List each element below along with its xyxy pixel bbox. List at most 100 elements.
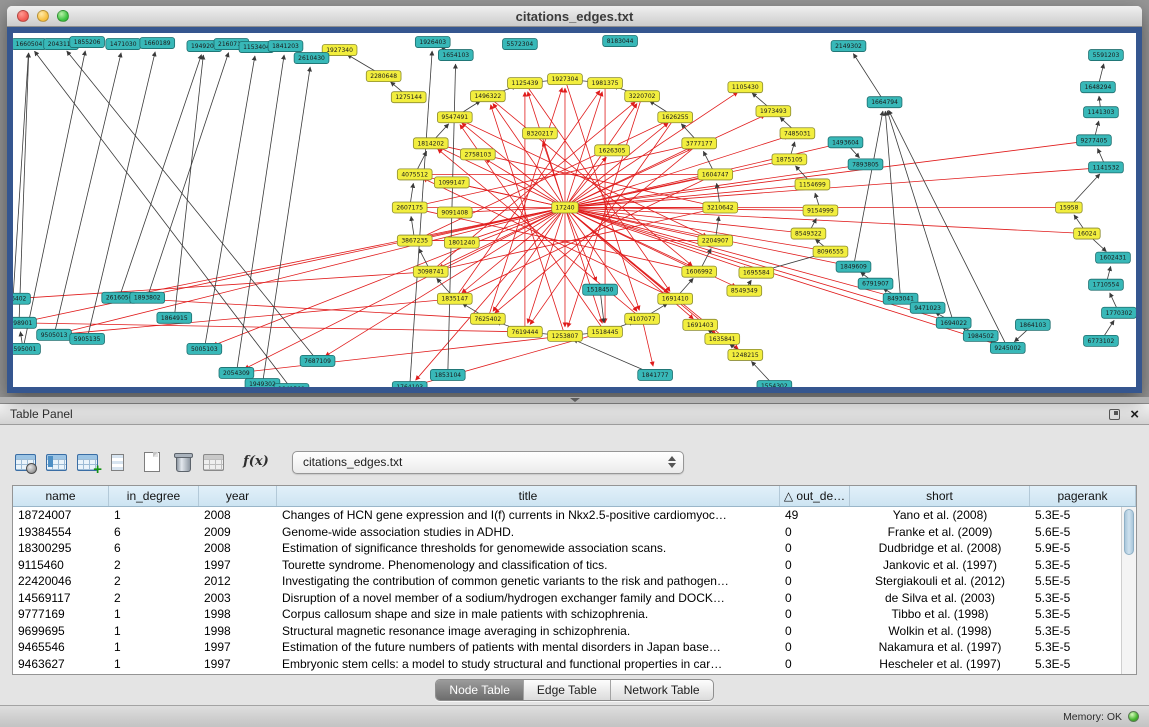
graph-node[interactable]: 9471023 [910,302,945,313]
column-header-pagerank[interactable]: pagerank [1030,486,1136,506]
graph-node[interactable]: 1855206 [70,37,105,48]
graph-node[interactable]: 4075512 [397,169,432,180]
column-header-title[interactable]: title [277,486,780,506]
graph-node[interactable]: 1518445 [588,326,623,337]
graph-node[interactable]: 9154999 [803,205,838,216]
graph-node[interactable]: 3867235 [397,235,432,246]
graph-node[interactable]: 1864915 [157,312,192,323]
graph-node[interactable]: 1154699 [795,179,830,190]
graph-node[interactable]: 3198901 [13,317,36,328]
graph-node[interactable]: 1626305 [595,145,630,156]
graph-node[interactable]: 7485031 [780,128,815,139]
graph-node[interactable]: 1694022 [936,317,971,328]
graph-node[interactable]: 1981375 [588,78,623,89]
graph-node[interactable]: 9547491 [437,112,472,123]
graph-node[interactable]: 4107077 [625,313,660,324]
graph-node[interactable]: 17240 [552,202,579,213]
graph-node[interactable]: 7687109 [300,355,335,366]
graph-node[interactable]: 2607175 [392,202,427,213]
rows-icon[interactable] [107,450,125,474]
graph-node[interactable]: 1604747 [698,169,733,180]
graph-node[interactable]: 1518450 [583,284,618,295]
graph-node[interactable]: 1841777 [638,369,673,380]
graph-node[interactable]: 9091408 [437,207,472,218]
graph-node[interactable]: 6791907 [858,278,893,289]
graph-node[interactable]: 1664794 [867,97,902,108]
scrollbar-thumb[interactable] [1124,509,1134,555]
graph-node[interactable]: 8096555 [813,246,848,257]
table-edit-icon[interactable] [76,450,100,474]
graph-node[interactable]: 8549322 [791,228,826,239]
graph-node[interactable]: 7619444 [508,326,543,337]
table-row[interactable]: 977716911998Corpus callosum shape and si… [13,606,1136,623]
graph-node[interactable]: 1471030 [106,39,141,50]
graph-node[interactable]: 6773102 [1084,335,1119,346]
new-file-icon[interactable] [140,450,164,474]
graph-node[interactable]: 1835147 [437,293,472,304]
table-row[interactable]: 969969511998Structural magnetic resonanc… [13,623,1136,640]
graph-node[interactable]: 3210642 [703,202,738,213]
graph-node[interactable]: 1253807 [548,330,583,341]
table-row[interactable]: 2242004622012Investigating the contribut… [13,573,1136,590]
close-panel-icon[interactable]: × [1130,409,1139,420]
graph-node[interactable]: 1496322 [470,91,505,102]
graph-node[interactable]: 9245002 [990,342,1025,353]
graph-node[interactable]: 7625402 [470,313,505,324]
graph-node[interactable]: 8320217 [523,128,558,139]
graph-node[interactable]: 2758103 [460,149,495,160]
graph-node[interactable]: 15958 [1056,202,1083,213]
graph-node[interactable]: 3098741 [413,266,448,277]
graph-node[interactable]: 1710554 [1089,279,1124,290]
graph-node[interactable]: 1764103 [392,381,427,387]
panel-divider[interactable] [0,397,1149,403]
graph-node[interactable]: 1136402 [13,293,30,304]
graph-node[interactable]: 1849609 [836,261,871,272]
float-panel-icon[interactable] [1109,409,1120,420]
graph-node[interactable]: 1927304 [548,74,583,85]
column-header-out_degree[interactable]: △ out_de… [780,486,850,506]
table-row[interactable]: 946554611997Estimation of the future num… [13,639,1136,656]
graph-node[interactable]: 1973493 [756,106,791,117]
graph-node[interactable]: 2054309 [219,367,254,378]
column-header-in_degree[interactable]: in_degree [109,486,199,506]
column-header-name[interactable]: name [13,486,109,506]
graph-node[interactable]: 7893805 [848,159,883,170]
graph-node[interactable]: 8183044 [603,36,638,47]
tab-network-table[interactable]: Network Table [611,680,713,700]
graph-node[interactable]: 5572304 [503,39,538,50]
network-window-titlebar[interactable]: citations_edges.txt [7,6,1142,27]
graph-node[interactable]: 5591203 [1089,50,1124,61]
table-row[interactable]: 1872400712008Changes of HCN gene express… [13,507,1136,524]
graph-node[interactable]: 1606992 [682,266,717,277]
graph-node[interactable]: 1695584 [739,267,774,278]
graph-node[interactable]: 1635841 [705,333,740,344]
graph-node[interactable]: 1984502 [963,330,998,341]
graph-node[interactable]: 1893802 [130,292,165,303]
graph-node[interactable]: 2610430 [294,53,329,64]
graph-node[interactable]: 1099147 [434,177,469,188]
table-scrollbar[interactable] [1121,507,1136,674]
graph-node[interactable]: 9277405 [1077,135,1112,146]
tab-edge-table[interactable]: Edge Table [524,680,611,700]
graph-node[interactable]: 1770302 [1102,307,1136,318]
graph-node[interactable]: 5905135 [70,333,105,344]
import-table-icon[interactable] [202,450,226,474]
graph-node[interactable]: 1691410 [658,293,693,304]
graph-node[interactable]: 2149302 [831,41,866,52]
graph-node[interactable]: 8549349 [727,285,762,296]
function-icon[interactable]: f(x) [241,450,271,474]
graph-node[interactable]: 1864103 [1015,319,1050,330]
column-chooser-icon[interactable] [45,450,69,474]
graph-node[interactable]: 5595001 [13,343,40,354]
graph-node[interactable]: 2204907 [698,235,733,246]
graph-node[interactable]: 1125439 [508,78,543,89]
table-selector[interactable]: citations_edges.txt [292,451,684,474]
graph-node[interactable]: 3220702 [625,91,660,102]
table-row[interactable]: 1830029562008Estimation of significance … [13,540,1136,557]
table-row[interactable]: 1938455462009Genome-wide association stu… [13,524,1136,541]
table-row[interactable]: 911546021997Tourette syndrome. Phenomeno… [13,557,1136,574]
graph-node[interactable]: 1926403 [415,37,450,48]
graph-node[interactable]: 1626255 [658,112,693,123]
graph-node[interactable]: 1853104 [430,369,465,380]
tab-node-table[interactable]: Node Table [436,680,524,700]
